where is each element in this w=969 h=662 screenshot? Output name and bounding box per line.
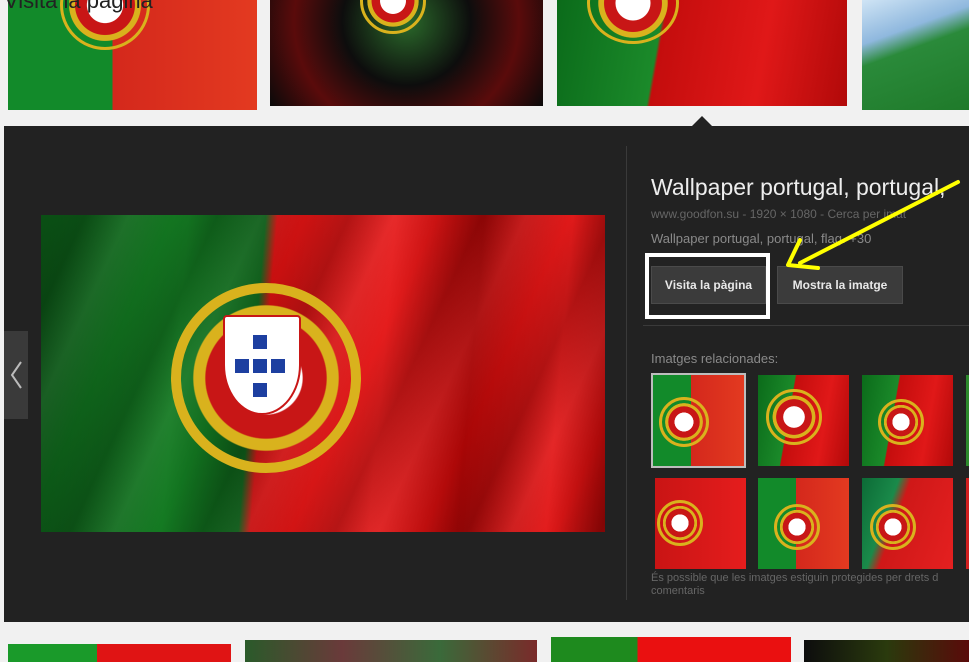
- yellow-arrow-annotation: [786, 180, 960, 270]
